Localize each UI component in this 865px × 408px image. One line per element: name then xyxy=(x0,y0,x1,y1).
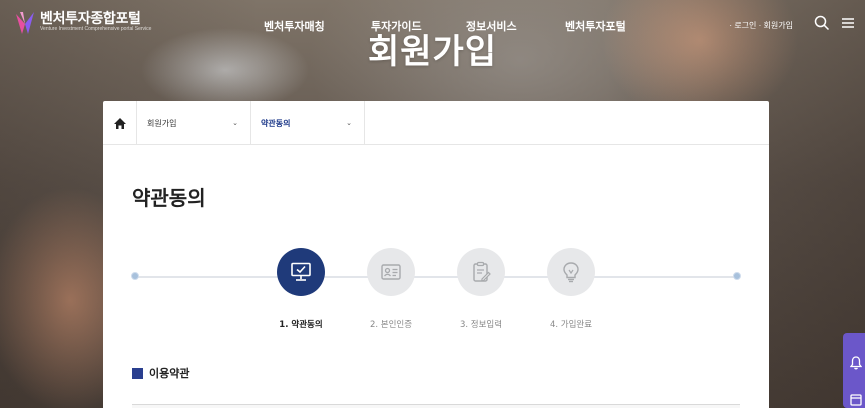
content-panel: 회원가입 ⌄ 약관동의 ⌄ 약관동의 1. 약관동의 2. 본인인증 3. 정보… xyxy=(103,101,769,408)
bell-icon[interactable] xyxy=(849,355,863,370)
section-title: 약관동의 xyxy=(132,188,206,210)
steps-track xyxy=(134,276,738,278)
track-end-dot xyxy=(733,272,741,280)
join-link[interactable]: 회원가입 xyxy=(764,21,793,30)
step-terms: 1. 약관동의 xyxy=(261,248,341,330)
step-label: 2. 본인인증 xyxy=(369,320,413,330)
lightbulb-icon xyxy=(547,248,595,296)
util-links: · 로그인 · 회원가입 xyxy=(729,20,793,31)
nav-item-portal[interactable]: 벤처투자포털 xyxy=(565,18,626,34)
monitor-check-icon xyxy=(277,248,325,296)
quick-menu xyxy=(843,333,865,408)
login-link[interactable]: 로그인 xyxy=(734,21,756,30)
square-bullet-icon xyxy=(132,367,143,379)
breadcrumb-label: 회원가입 xyxy=(147,118,177,128)
breadcrumb-label: 약관동의 xyxy=(261,118,291,128)
step-label: 4. 가입완료 xyxy=(549,320,593,330)
step-info: 3. 정보입력 xyxy=(441,248,521,330)
nav-item-info[interactable]: 정보서비스 xyxy=(466,18,517,34)
home-icon[interactable] xyxy=(103,101,137,145)
window-icon[interactable] xyxy=(850,391,862,406)
terms-content-box[interactable] xyxy=(132,404,740,408)
step-complete: 4. 가입완료 xyxy=(531,248,611,330)
menu-icon[interactable] xyxy=(840,15,856,31)
nav-item-matching[interactable]: 벤처투자매칭 xyxy=(264,18,325,34)
step-label: 3. 정보입력 xyxy=(459,320,503,330)
terms-heading: 이용약관 xyxy=(132,365,189,381)
step-verify: 2. 본인인증 xyxy=(351,248,431,330)
search-icon[interactable] xyxy=(814,15,830,31)
breadcrumb: 회원가입 ⌄ 약관동의 ⌄ xyxy=(103,101,769,145)
clipboard-edit-icon xyxy=(457,248,505,296)
chevron-down-icon: ⌄ xyxy=(232,119,238,127)
step-label: 1. 약관동의 xyxy=(279,320,323,330)
track-start-dot xyxy=(131,272,139,280)
util-separator: · xyxy=(758,21,762,30)
site-header: 벤처투자종합포털 Venture Investment Comprehensiv… xyxy=(0,0,865,52)
breadcrumb-select-join[interactable]: 회원가입 ⌄ xyxy=(137,101,251,145)
nav-item-guide[interactable]: 투자가이드 xyxy=(371,18,422,34)
chevron-down-icon: ⌄ xyxy=(346,119,352,127)
breadcrumb-select-terms[interactable]: 약관동의 ⌄ xyxy=(251,101,365,145)
util-separator: · xyxy=(729,21,733,30)
terms-heading-text: 이용약관 xyxy=(149,367,190,380)
id-card-icon xyxy=(367,248,415,296)
